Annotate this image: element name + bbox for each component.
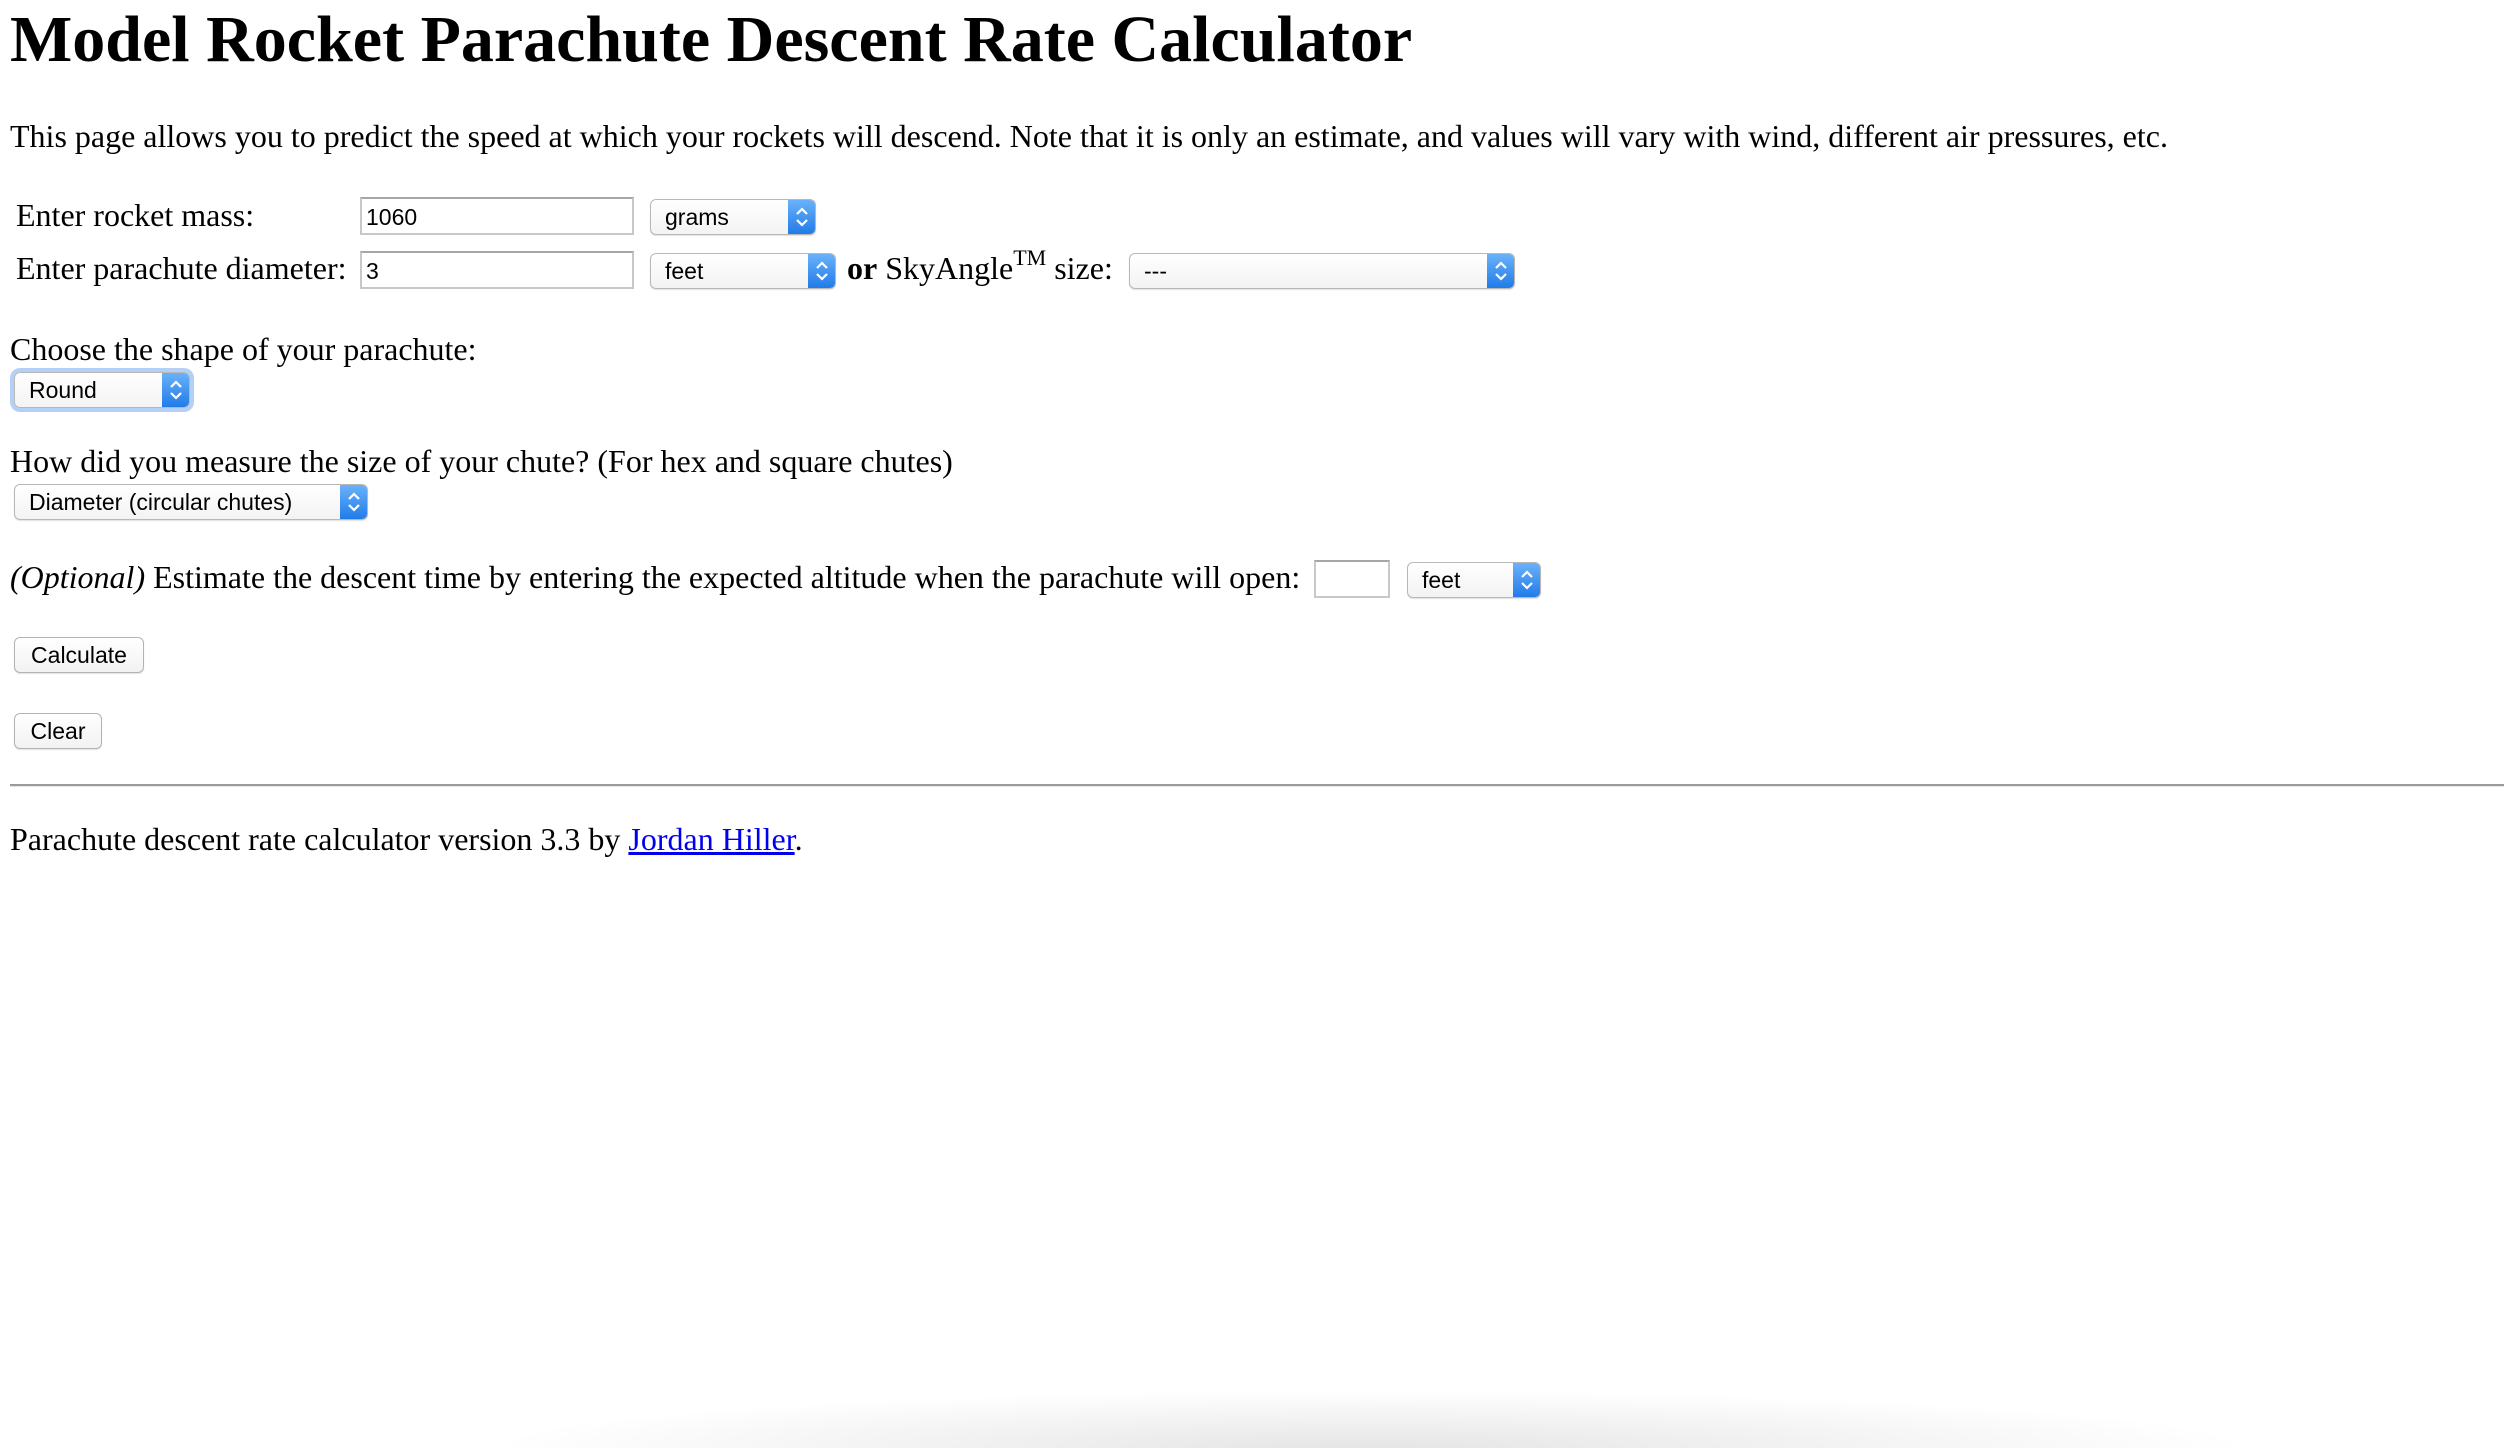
diameter-unit-select[interactable]: feet: [650, 253, 836, 289]
footer-text: Parachute descent rate calculator versio…: [10, 820, 803, 858]
skyangle-size-value: ---: [1144, 258, 1167, 284]
calculate-button[interactable]: Calculate: [14, 637, 144, 673]
parachute-diameter-input[interactable]: 3: [360, 251, 634, 289]
clear-button[interactable]: Clear: [14, 713, 102, 749]
page-title: Model Rocket Parachute Descent Rate Calc…: [10, 3, 1413, 76]
rocket-mass-label: Enter rocket mass:: [16, 197, 255, 233]
parachute-diameter-label: Enter parachute diameter:: [16, 250, 347, 286]
measure-method-label: How did you measure the size of your chu…: [10, 443, 953, 479]
mass-unit-value: grams: [665, 204, 729, 230]
chevron-up-down-icon: [162, 373, 189, 407]
trademark-mark: TM: [1013, 245, 1047, 270]
chevron-up-down-icon: [788, 200, 815, 234]
parachute-shape-value: Round: [29, 377, 97, 403]
parachute-shape-select[interactable]: Round: [14, 372, 190, 408]
window-bottom-shadow: [480, 1390, 2260, 1448]
skyangle-size-select[interactable]: ---: [1129, 253, 1515, 289]
mass-unit-select[interactable]: grams: [650, 199, 816, 235]
altitude-description: Estimate the descent time by entering th…: [153, 559, 1301, 595]
footer-credit: Parachute descent rate calculator versio…: [10, 821, 629, 857]
intro-text: This page allows you to predict the spee…: [10, 118, 2168, 154]
divider: [10, 784, 2504, 787]
chevron-up-down-icon: [808, 254, 835, 288]
chevron-up-down-icon: [1487, 254, 1514, 288]
altitude-label: (Optional) Estimate the descent time by …: [10, 558, 1300, 596]
skyangle-label: or SkyAngleTM size:: [847, 247, 1113, 287]
skyangle-brand: SkyAngle: [885, 250, 1014, 286]
optional-label: (Optional): [10, 559, 146, 595]
altitude-unit-value: feet: [1422, 567, 1461, 593]
chevron-up-down-icon: [1513, 563, 1540, 597]
author-link[interactable]: Jordan Hiller: [628, 821, 794, 857]
altitude-input[interactable]: [1314, 560, 1390, 598]
skyangle-size-label: size:: [1054, 250, 1113, 286]
diameter-unit-value: feet: [665, 258, 704, 284]
altitude-unit-select[interactable]: feet: [1407, 562, 1541, 598]
page: Model Rocket Parachute Descent Rate Calc…: [0, 0, 2514, 1448]
measure-method-value: Diameter (circular chutes): [29, 489, 293, 515]
parachute-shape-label: Choose the shape of your parachute:: [10, 331, 477, 367]
measure-method-select[interactable]: Diameter (circular chutes): [14, 484, 368, 520]
footer-period: .: [794, 821, 803, 857]
or-label: or: [847, 250, 878, 286]
chevron-up-down-icon: [340, 485, 367, 519]
rocket-mass-input[interactable]: 1060: [360, 197, 634, 235]
